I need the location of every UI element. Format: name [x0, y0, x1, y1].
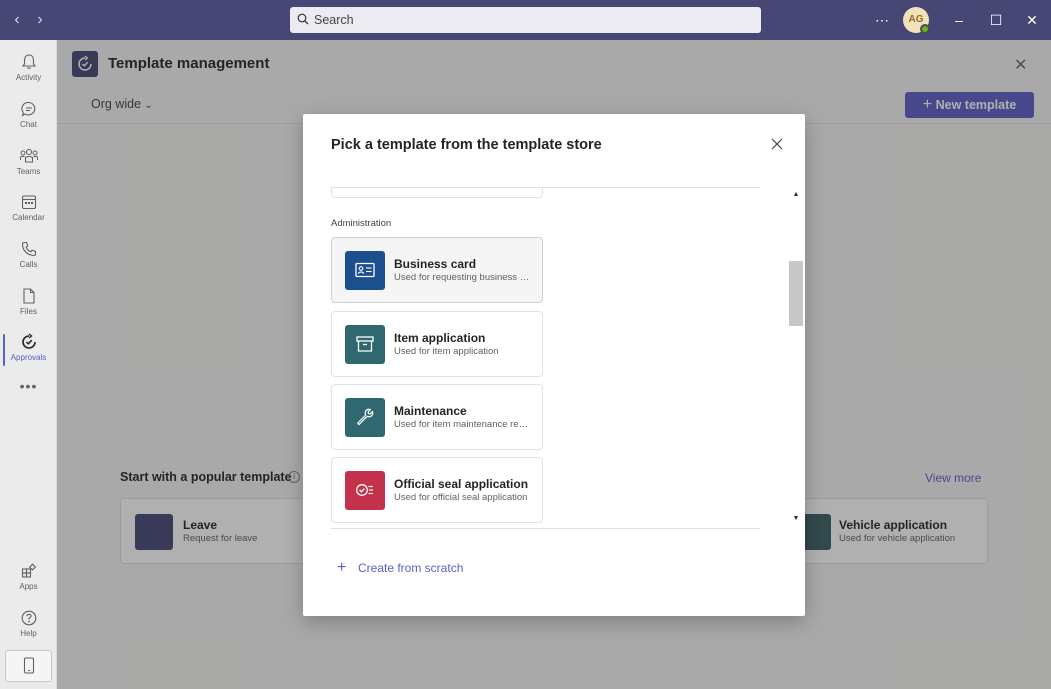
- rail-label: Apps: [19, 582, 38, 591]
- rail-label: Calls: [19, 260, 38, 269]
- calendar-icon: [21, 195, 36, 210]
- scrollbar-thumb[interactable]: [789, 261, 803, 326]
- template-card-maintenance[interactable]: Maintenance Used for item maintenance re…: [331, 384, 543, 450]
- plus-icon: +: [337, 559, 347, 576]
- rail-label: Calendar: [12, 213, 45, 222]
- rail-item-calendar[interactable]: Calendar: [0, 186, 57, 232]
- scroll-down-arrow-icon[interactable]: ▼: [789, 515, 803, 525]
- rail-item-help[interactable]: Help: [0, 602, 57, 648]
- rail-label: Approvals: [10, 353, 47, 362]
- search-placeholder: Search: [314, 13, 354, 27]
- template-subtitle: Used for item maintenance requests: [394, 419, 530, 430]
- rail-label: Activity: [15, 73, 42, 82]
- template-title: Official seal application: [394, 477, 529, 491]
- archive-box-icon: [345, 325, 385, 364]
- template-title: Business card: [394, 257, 477, 271]
- rail-item-activity[interactable]: Activity: [0, 46, 57, 92]
- rail-item-approvals[interactable]: Approvals: [0, 326, 57, 372]
- phone-icon: [21, 241, 36, 257]
- search-input[interactable]: Search: [290, 7, 761, 33]
- rail-label: Chat: [20, 120, 37, 129]
- rail-label: Help: [20, 629, 37, 638]
- rail-item-teams[interactable]: Teams: [0, 140, 57, 186]
- rail-item-calls[interactable]: Calls: [0, 233, 57, 279]
- search-icon: [297, 13, 309, 25]
- section-label: Administration: [331, 218, 392, 229]
- scroll-up-arrow-icon[interactable]: ▲: [789, 191, 803, 201]
- more-apps-icon[interactable]: •••: [0, 378, 57, 394]
- template-subtitle: Used for official seal application: [394, 492, 528, 503]
- title-bar: ‹ › Search ⋯ AG – ☐ ✕: [0, 0, 1051, 40]
- wrench-icon: [345, 398, 385, 437]
- chat-icon: [20, 101, 35, 117]
- download-mobile-app-button[interactable]: [5, 650, 52, 682]
- template-title: Item application: [394, 331, 486, 345]
- forward-arrow-icon[interactable]: ›: [30, 10, 50, 30]
- rail-label: Teams: [16, 167, 41, 176]
- app-rail: Activity Chat Teams Calendar Calls Files…: [0, 40, 57, 689]
- template-card-item-application[interactable]: Item application Used for item applicati…: [331, 311, 543, 377]
- create-from-scratch-label: Create from scratch: [358, 561, 464, 575]
- back-arrow-icon[interactable]: ‹: [7, 10, 27, 30]
- help-icon: [21, 610, 36, 626]
- template-card-business-card[interactable]: Business card Used for requesting busine…: [331, 237, 543, 303]
- presence-available-icon: [920, 24, 930, 34]
- template-card-official-seal[interactable]: Official seal application Used for offic…: [331, 457, 543, 523]
- template-subtitle: Used for requesting business cards: [394, 272, 530, 283]
- teams-icon: [19, 148, 38, 163]
- divider: [331, 528, 760, 529]
- rail-item-chat[interactable]: Chat: [0, 93, 57, 139]
- apps-icon: [21, 563, 36, 578]
- bell-icon: [21, 54, 36, 69]
- file-icon: [22, 288, 35, 304]
- scrollbar[interactable]: [789, 188, 803, 528]
- mobile-phone-icon: [23, 657, 35, 674]
- rail-label: Files: [20, 307, 37, 316]
- minimize-icon[interactable]: –: [948, 9, 970, 31]
- template-card-partial[interactable]: [331, 188, 543, 198]
- template-subtitle: Used for item application: [394, 346, 499, 357]
- rail-item-files[interactable]: Files: [0, 280, 57, 326]
- approvals-icon: [21, 333, 36, 349]
- close-window-icon[interactable]: ✕: [1021, 9, 1043, 31]
- template-title: Maintenance: [394, 404, 467, 418]
- template-store-dialog: Pick a template from the template store …: [303, 114, 805, 616]
- contact-card-icon: [345, 251, 385, 290]
- seal-icon: [345, 471, 385, 510]
- maximize-icon[interactable]: ☐: [985, 9, 1007, 31]
- more-options-icon[interactable]: ⋯: [871, 9, 893, 31]
- rail-item-apps[interactable]: Apps: [0, 555, 57, 601]
- close-dialog-icon[interactable]: [769, 136, 785, 152]
- dialog-title: Pick a template from the template store: [331, 137, 602, 153]
